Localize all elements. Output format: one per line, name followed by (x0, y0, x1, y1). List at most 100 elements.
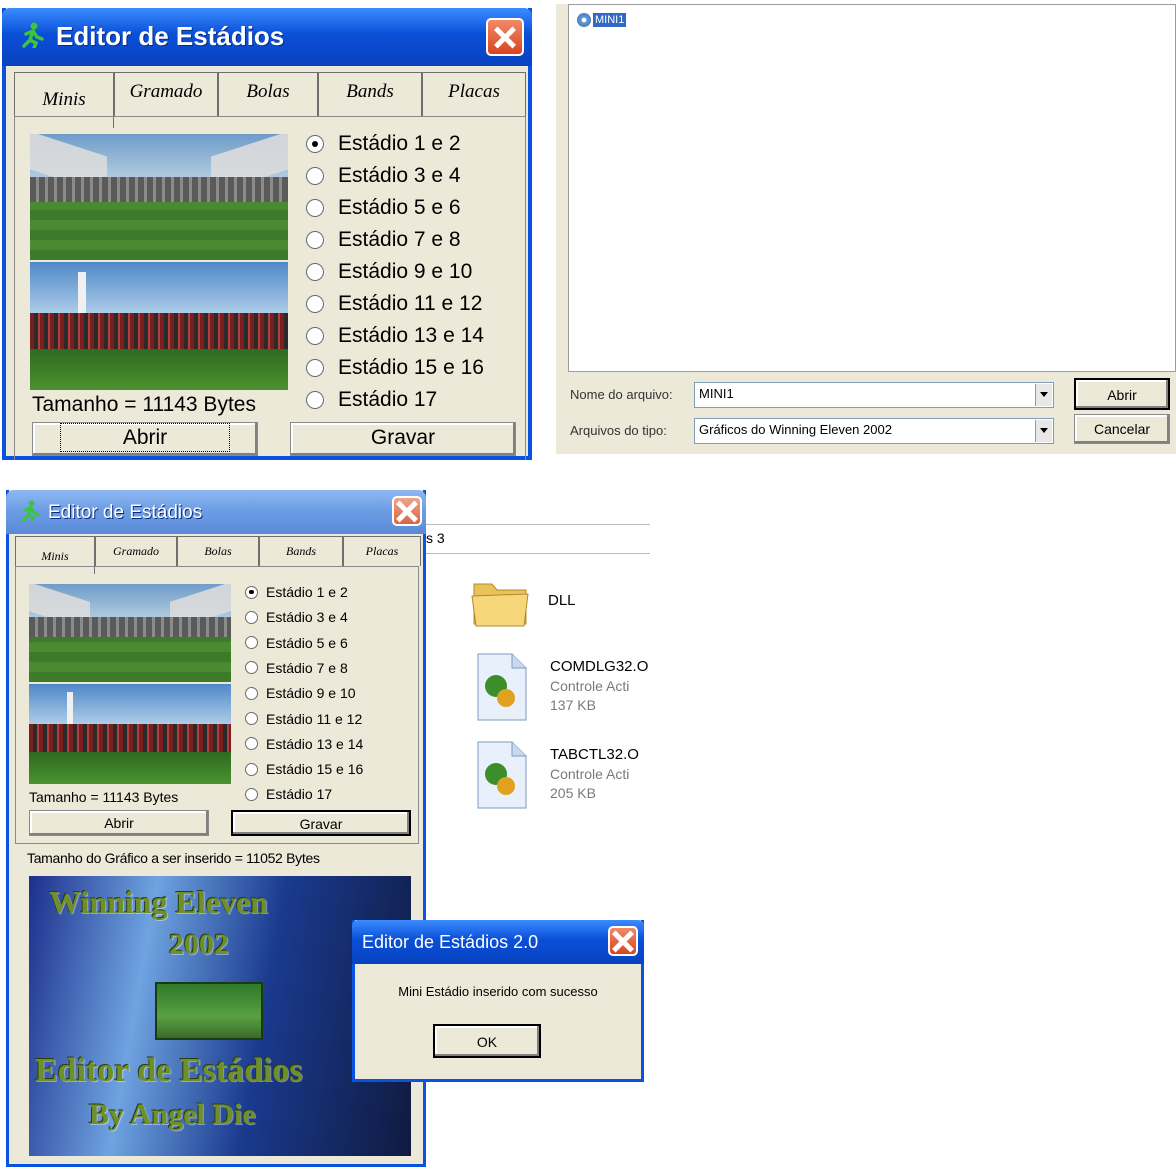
running-man-icon (21, 500, 40, 522)
explorer-item-tabctl[interactable]: TABCTL32.O Controle Acti 205 KB (474, 740, 650, 816)
radio-label: Estádio 7 e 8 (266, 659, 348, 676)
radio-option[interactable]: Estádio 7 e 8 (306, 228, 461, 252)
radio-unchecked-icon[interactable] (245, 737, 258, 751)
radio-unchecked-icon[interactable] (245, 610, 258, 624)
tab-bolas[interactable]: Bolas (177, 536, 259, 566)
tab-placas[interactable]: Placas (343, 536, 421, 566)
tab-bolas[interactable]: Bolas (218, 72, 318, 116)
radio-unchecked-icon[interactable] (306, 359, 324, 377)
radio-unchecked-icon[interactable] (245, 787, 258, 801)
splash-stadium-logo (157, 984, 261, 1038)
radio-option[interactable]: Estádio 5 e 6 (306, 196, 461, 220)
radio-label: Estádio 7 e 8 (338, 228, 461, 251)
radio-option[interactable]: Estádio 9 e 10 (245, 685, 356, 701)
explorer-item-comdlg[interactable]: COMDLG32.O Controle Acti 137 KB (474, 652, 650, 728)
radio-label: Estádio 1 e 2 (266, 584, 348, 600)
tab-label: Bolas (204, 544, 232, 558)
size-label: Tamanho = 11143 Bytes (32, 393, 256, 416)
list-item-label: MINI1 (593, 13, 627, 27)
open-button-label: Abrir (59, 423, 231, 452)
radio-unchecked-icon[interactable] (245, 661, 258, 675)
radio-unchecked-icon[interactable] (306, 231, 324, 249)
tab-label: Minis (42, 89, 86, 110)
close-button[interactable] (608, 926, 638, 956)
radio-unchecked-icon[interactable] (306, 263, 324, 281)
explorer-address-bar[interactable]: s 3 (424, 524, 650, 554)
close-button[interactable] (486, 18, 524, 56)
chevron-down-icon[interactable] (1035, 384, 1052, 406)
radio-unchecked-icon[interactable] (306, 199, 324, 217)
radio-option[interactable]: Estádio 1 e 2 (245, 584, 348, 600)
radio-option[interactable]: Estádio 3 e 4 (306, 164, 461, 188)
radio-unchecked-icon[interactable] (245, 762, 258, 776)
tab-gramado[interactable]: Gramado (95, 536, 177, 566)
radio-option[interactable]: Estádio 1 e 2 (306, 132, 461, 156)
radio-unchecked-icon[interactable] (245, 712, 258, 725)
tab-gramado[interactable]: Gramado (114, 72, 218, 116)
title-bar[interactable]: Editor de Estádios 2.0 (352, 920, 644, 964)
open-button[interactable]: Abrir (29, 810, 209, 836)
radio-option[interactable]: Estádio 17 (245, 786, 332, 802)
radio-unchecked-icon[interactable] (306, 167, 324, 185)
title-bar[interactable]: Editor de Estádios (2, 8, 532, 66)
dialog-cancel-button[interactable]: Cancelar (1074, 414, 1170, 444)
radio-unchecked-icon[interactable] (306, 295, 324, 313)
radio-option[interactable]: Estádio 17 (306, 388, 437, 412)
tab-label: Bands (286, 544, 316, 558)
radio-label: Estádio 1 e 2 (338, 132, 461, 155)
address-text: s 3 (426, 530, 445, 546)
radio-label: Estádio 15 e 16 (266, 761, 364, 778)
open-button[interactable]: Abrir (32, 422, 258, 456)
ok-button[interactable]: OK (433, 1024, 541, 1058)
radio-unchecked-icon[interactable] (306, 327, 324, 345)
dialog-open-button[interactable]: Abrir (1074, 378, 1170, 410)
radio-label: Estádio 5 e 6 (338, 196, 461, 219)
file-list[interactable]: MINI1 (568, 4, 1176, 372)
radio-unchecked-icon[interactable] (306, 391, 324, 409)
close-button[interactable] (392, 496, 422, 526)
radio-option[interactable]: Estádio 13 e 14 (306, 324, 484, 348)
radio-label: Estádio 13 e 14 (266, 735, 364, 752)
radio-option[interactable]: Estádio 11 e 12 (306, 292, 482, 316)
tab-label: Placas (365, 544, 399, 558)
radio-checked-icon[interactable] (306, 135, 324, 153)
radio-checked-icon[interactable] (245, 585, 258, 599)
save-button-label: Gravar (299, 816, 343, 832)
explorer-item-dll[interactable]: DLL (470, 572, 650, 634)
file-dialog: MINI1 Nome do arquivo: MINI1 Arquivos do… (556, 4, 1176, 454)
dialog-cancel-label: Cancelar (1093, 421, 1151, 437)
tab-bands[interactable]: Bands (318, 72, 422, 116)
chevron-down-icon[interactable] (1035, 420, 1052, 442)
save-button[interactable]: Gravar (290, 422, 516, 456)
list-item[interactable]: MINI1 (577, 13, 627, 27)
radio-label: Estádio 13 e 14 (338, 324, 484, 347)
save-button[interactable]: Gravar (231, 810, 411, 836)
radio-option[interactable]: Estádio 5 e 6 (245, 635, 348, 651)
editor-window-top: Editor de Estádios Minis Gramado Bolas B… (2, 8, 532, 460)
radio-option[interactable]: Estádio 3 e 4 (245, 609, 348, 625)
tab-bands[interactable]: Bands (259, 536, 343, 566)
tab-placas[interactable]: Placas (422, 72, 526, 116)
stadium-preview-2 (30, 262, 288, 390)
radio-unchecked-icon[interactable] (245, 636, 258, 650)
radio-option[interactable]: Estádio 15 e 16 (306, 356, 484, 380)
running-man-icon (22, 22, 44, 48)
title-bar[interactable]: Editor de Estádios (6, 490, 426, 534)
radio-option[interactable]: Estádio 15 e 16 (245, 761, 363, 777)
filename-value: MINI1 (699, 386, 734, 401)
radio-option[interactable]: Estádio 7 e 8 (245, 660, 348, 676)
message-box: Editor de Estádios 2.0 Mini Estádio inse… (352, 920, 644, 1082)
tab-label: Bolas (246, 81, 290, 102)
file-name: COMDLG32.O (550, 658, 649, 675)
radio-label: Estádio 5 e 6 (266, 634, 348, 651)
file-type: Controle Acti (550, 766, 630, 782)
radio-label: Estádio 3 e 4 (338, 164, 461, 187)
radio-option[interactable]: Estádio 9 e 10 (306, 260, 472, 284)
radio-option[interactable]: Estádio 11 e 12 (245, 711, 362, 727)
tab-label: Minis (41, 549, 69, 563)
radio-option[interactable]: Estádio 13 e 14 (245, 736, 363, 752)
radio-unchecked-icon[interactable] (245, 686, 258, 700)
filetype-combo[interactable]: Gráficos do Winning Eleven 2002 (694, 418, 1054, 444)
file-type: Controle Acti (550, 678, 630, 694)
filename-combo[interactable]: MINI1 (694, 382, 1054, 408)
